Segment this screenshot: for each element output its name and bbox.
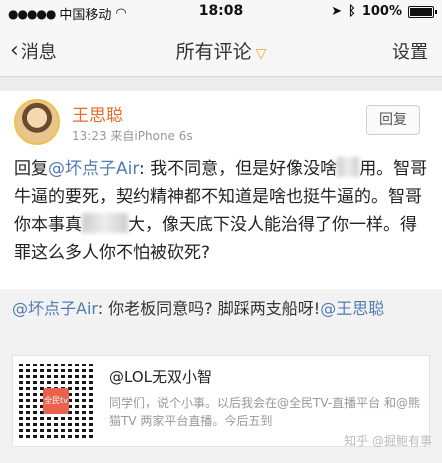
section-divider bbox=[0, 77, 442, 91]
mention-link[interactable]: @坏点子Air bbox=[48, 159, 139, 179]
watermark: 知乎 @掘鲍有事 bbox=[344, 434, 432, 448]
chevron-down-icon: ▽ bbox=[255, 46, 267, 62]
status-bar: ●●●●● 中国移动 ◠ 18:08 ➤ ᛒ 100% bbox=[0, 0, 442, 24]
battery-icon bbox=[408, 5, 437, 18]
avatar[interactable] bbox=[14, 99, 60, 145]
status-right: ➤ ᛒ 100% bbox=[331, 4, 437, 19]
bluetooth-icon: ᛒ bbox=[348, 4, 356, 19]
qr-code-image: 全民tv bbox=[19, 364, 93, 438]
battery-label: 100% bbox=[361, 4, 402, 19]
comment-header: 王思聪 13:23 来自iPhone 6s 回复 bbox=[12, 91, 430, 155]
username[interactable]: 王思聪 bbox=[72, 101, 123, 126]
qr-badge: 全民tv bbox=[43, 388, 69, 414]
page-title-label: 所有评论 bbox=[175, 41, 252, 63]
comment-time: 13:23 bbox=[72, 129, 107, 143]
page-title[interactable]: 所有评论 ▽ bbox=[0, 37, 442, 64]
quote-body: : 你老板同意吗? 脚踩两支船呀! bbox=[97, 299, 321, 318]
quote-mention-2[interactable]: @王思聪 bbox=[320, 299, 384, 318]
card-description: 同学们，说个小事。以后我会在@全民TV-直播平台 和@熊猫TV 两家平台直播。今… bbox=[109, 396, 420, 428]
comment-text-1: : 我不同意，但是好像没啥 bbox=[139, 159, 338, 179]
comment-meta: 13:23 来自iPhone 6s bbox=[72, 127, 193, 144]
comment-body: 回复@坏点子Air: 我不同意，但是好像没啥 用。智哥牛逼的要死，契约精神都不知道… bbox=[12, 155, 430, 267]
card-title: @LOL无双小智 bbox=[109, 368, 212, 386]
blurred-text bbox=[337, 157, 360, 177]
reply-button[interactable]: 回复 bbox=[366, 105, 420, 135]
blurred-text bbox=[82, 213, 128, 233]
reply-prefix: 回复 bbox=[14, 159, 48, 179]
nav-bar: ‹ 消息 所有评论 ▽ 设置 bbox=[0, 24, 442, 77]
comment-source: 来自iPhone 6s bbox=[110, 129, 193, 143]
location-icon: ➤ bbox=[331, 4, 343, 19]
settings-button[interactable]: 设置 bbox=[392, 38, 428, 64]
quote-text: @坏点子Air: 你老板同意吗? 脚踩两支船呀!@王思聪 bbox=[12, 297, 430, 321]
quote-mention[interactable]: @坏点子Air bbox=[12, 299, 98, 318]
comment-card: 王思聪 13:23 来自iPhone 6s 回复 回复@坏点子Air: 我不同意… bbox=[0, 91, 442, 289]
quoted-post[interactable]: @坏点子Air: 你老板同意吗? 脚踩两支船呀!@王思聪 全民tv @LOL无双… bbox=[0, 289, 442, 457]
